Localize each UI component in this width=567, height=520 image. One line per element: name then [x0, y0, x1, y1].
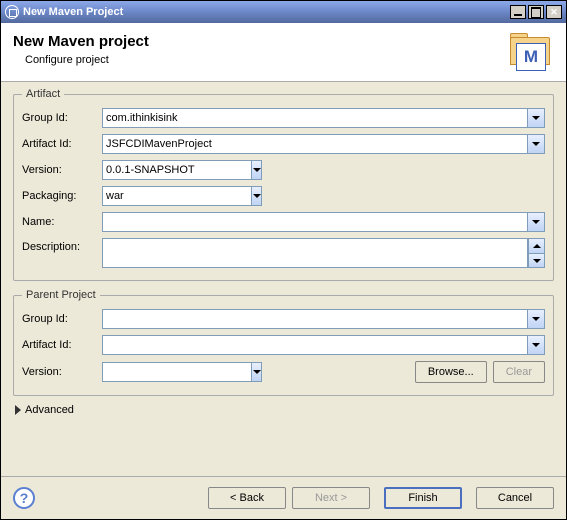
maximize-button[interactable]: [528, 5, 544, 19]
artifact-id-label: Artifact Id:: [22, 138, 102, 150]
version-field[interactable]: [102, 160, 252, 180]
group-id-field[interactable]: [102, 108, 528, 128]
finish-button[interactable]: Finish: [384, 487, 462, 509]
title-bar: New Maven Project: [1, 1, 566, 23]
close-button[interactable]: [546, 5, 562, 19]
clear-button[interactable]: Clear: [493, 361, 545, 383]
group-id-label: Group Id:: [22, 112, 102, 124]
maven-logo-icon: M: [508, 33, 554, 73]
artifact-legend: Artifact: [22, 88, 64, 100]
page-subtitle: Configure project: [25, 54, 500, 66]
help-icon[interactable]: ?: [13, 487, 35, 509]
wizard-header: New Maven project Configure project M: [1, 23, 566, 82]
description-scroll-down-icon[interactable]: [528, 253, 545, 268]
next-button[interactable]: Next >: [292, 487, 370, 509]
browse-button[interactable]: Browse...: [415, 361, 487, 383]
parent-version-field[interactable]: [102, 362, 252, 382]
parent-project-group: Parent Project Group Id: Artifact Id: Ve…: [13, 289, 554, 396]
parent-artifact-id-label: Artifact Id:: [22, 339, 102, 351]
parent-group-id-label: Group Id:: [22, 313, 102, 325]
wizard-content: Artifact Group Id: Artifact Id: Version:: [1, 82, 566, 476]
packaging-field[interactable]: [102, 186, 252, 206]
cancel-button[interactable]: Cancel: [476, 487, 554, 509]
advanced-label: Advanced: [25, 404, 74, 416]
advanced-toggle[interactable]: Advanced: [15, 404, 74, 416]
description-field[interactable]: [102, 238, 528, 268]
parent-artifact-id-field[interactable]: [102, 335, 528, 355]
artifact-id-dropdown-icon[interactable]: [528, 134, 545, 154]
packaging-dropdown-icon[interactable]: [252, 186, 262, 206]
parent-group-id-field[interactable]: [102, 309, 528, 329]
page-title: New Maven project: [13, 33, 500, 50]
artifact-id-field[interactable]: [102, 134, 528, 154]
minimize-button[interactable]: [510, 5, 526, 19]
parent-legend: Parent Project: [22, 289, 100, 301]
group-id-dropdown-icon[interactable]: [528, 108, 545, 128]
app-icon: [5, 5, 19, 19]
back-button[interactable]: < Back: [208, 487, 286, 509]
window-title: New Maven Project: [23, 6, 510, 18]
packaging-label: Packaging:: [22, 190, 102, 202]
version-dropdown-icon[interactable]: [252, 160, 262, 180]
parent-version-label: Version:: [22, 366, 102, 378]
name-field[interactable]: [102, 212, 528, 232]
parent-version-dropdown-icon[interactable]: [252, 362, 262, 382]
artifact-group: Artifact Group Id: Artifact Id: Version:: [13, 88, 554, 281]
name-dropdown-icon[interactable]: [528, 212, 545, 232]
expand-icon: [15, 405, 21, 415]
window-controls: [510, 5, 562, 19]
description-scroll-up-icon[interactable]: [528, 238, 545, 253]
name-label: Name:: [22, 216, 102, 228]
parent-artifact-id-dropdown-icon[interactable]: [528, 335, 545, 355]
parent-group-id-dropdown-icon[interactable]: [528, 309, 545, 329]
version-label: Version:: [22, 164, 102, 176]
wizard-footer: ? < Back Next > Finish Cancel: [1, 476, 566, 519]
description-label: Description:: [22, 238, 102, 253]
